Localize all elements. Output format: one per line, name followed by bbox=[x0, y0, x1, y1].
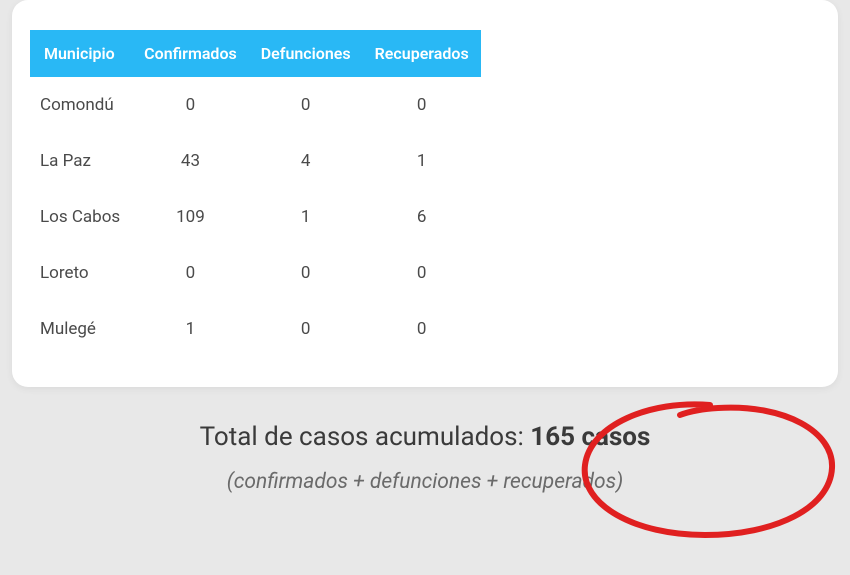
table-row: Comondú 0 0 0 bbox=[30, 77, 481, 133]
cell-municipio: Loreto bbox=[30, 245, 132, 301]
cell-defunciones: 4 bbox=[249, 133, 363, 189]
summary-label: Total de casos acumulados: bbox=[200, 422, 531, 452]
header-recuperados: Recuperados bbox=[363, 30, 481, 77]
cell-municipio: La Paz bbox=[30, 133, 132, 189]
cell-recuperados: 0 bbox=[363, 245, 481, 301]
cell-recuperados: 0 bbox=[363, 77, 481, 133]
header-confirmados: Confirmados bbox=[132, 30, 249, 77]
cell-recuperados: 0 bbox=[363, 301, 481, 357]
header-municipio: Municipio bbox=[30, 30, 132, 77]
cell-recuperados: 1 bbox=[363, 133, 481, 189]
cases-table: Municipio Confirmados Defunciones Recupe… bbox=[30, 30, 481, 357]
table-row: Mulegé 1 0 0 bbox=[30, 301, 481, 357]
cell-defunciones: 0 bbox=[249, 77, 363, 133]
cell-defunciones: 0 bbox=[249, 245, 363, 301]
cell-confirmados: 0 bbox=[132, 245, 249, 301]
data-card: Municipio Confirmados Defunciones Recupe… bbox=[12, 0, 838, 387]
cell-municipio: Comondú bbox=[30, 77, 132, 133]
header-defunciones: Defunciones bbox=[249, 30, 363, 77]
table-row: La Paz 43 4 1 bbox=[30, 133, 481, 189]
table-row: Loreto 0 0 0 bbox=[30, 245, 481, 301]
cell-municipio: Mulegé bbox=[30, 301, 132, 357]
cell-municipio: Los Cabos bbox=[30, 189, 132, 245]
cell-recuperados: 6 bbox=[363, 189, 481, 245]
cell-confirmados: 109 bbox=[132, 189, 249, 245]
table-header-row: Municipio Confirmados Defunciones Recupe… bbox=[30, 30, 481, 77]
cell-confirmados: 43 bbox=[132, 133, 249, 189]
summary-title: Total de casos acumulados: 165 casos bbox=[20, 422, 830, 452]
summary-value: 165 casos bbox=[530, 422, 650, 452]
cell-defunciones: 1 bbox=[249, 189, 363, 245]
cell-confirmados: 0 bbox=[132, 77, 249, 133]
summary-block: Total de casos acumulados: 165 casos (co… bbox=[0, 422, 850, 494]
table-row: Los Cabos 109 1 6 bbox=[30, 189, 481, 245]
cell-defunciones: 0 bbox=[249, 301, 363, 357]
summary-subtitle: (confirmados + defunciones + recuperados… bbox=[20, 470, 830, 494]
cell-confirmados: 1 bbox=[132, 301, 249, 357]
